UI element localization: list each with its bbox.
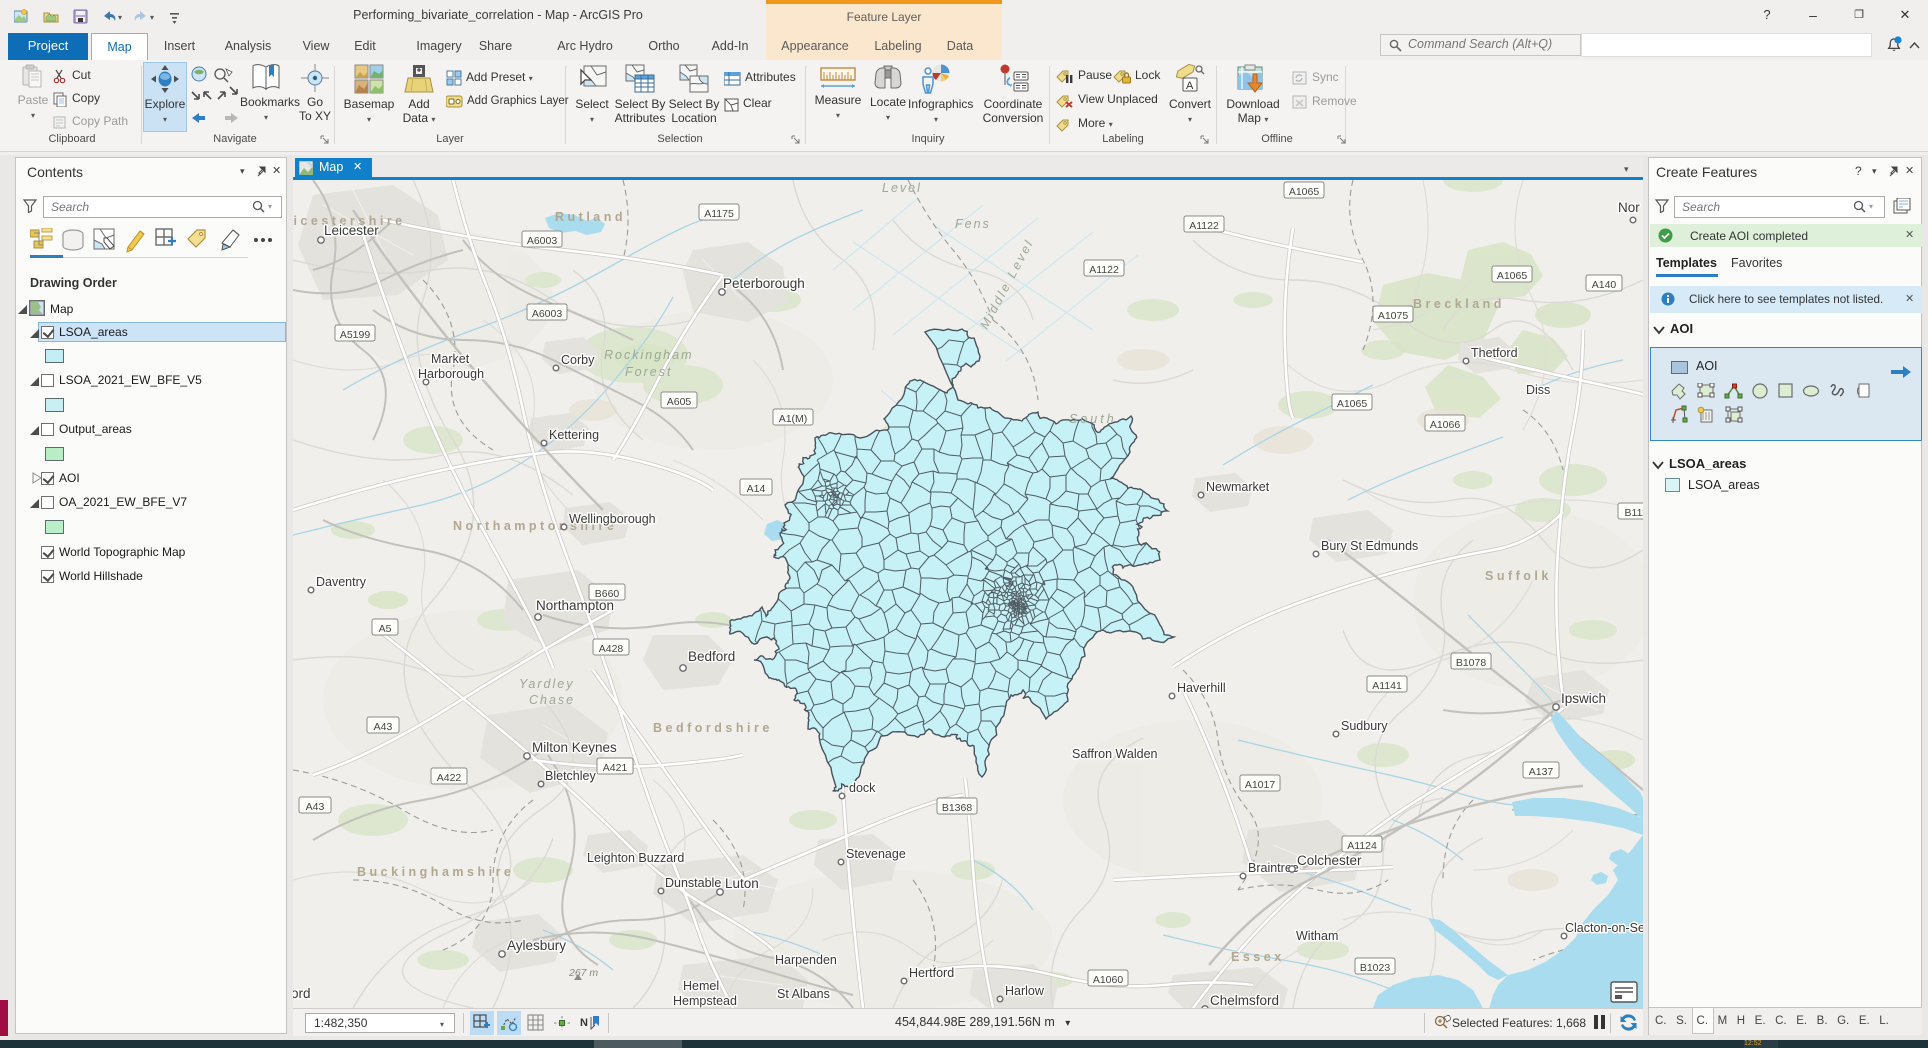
svg-text:B1368: B1368 [942,802,973,814]
svg-text:Stevenage: Stevenage [846,847,906,861]
svg-text:A1(M): A1(M) [779,413,808,425]
svg-text:B111: B111 [1625,507,1643,519]
svg-text:Bletchley: Bletchley [545,769,596,783]
svg-text:Essex: Essex [1231,950,1285,964]
svg-text:Bedford: Bedford [688,649,735,664]
svg-text:Breckland: Breckland [1413,297,1505,311]
svg-text:Bedfordshire: Bedfordshire [653,721,773,735]
svg-text:A5: A5 [379,623,392,635]
svg-text:A605: A605 [667,396,692,408]
svg-text:Buckinghamshire: Buckinghamshire [357,865,514,879]
svg-text:A1124: A1124 [1347,840,1377,852]
svg-text:dock: dock [849,781,876,795]
svg-text:Dunstable: Dunstable [665,876,721,890]
svg-text:Level: Level [882,181,922,195]
svg-text:A43: A43 [306,801,325,813]
svg-text:267 m: 267 m [568,967,598,979]
svg-text:A1122: A1122 [1189,220,1219,232]
svg-text:A43: A43 [374,721,393,733]
svg-text:South: South [1069,412,1117,426]
svg-text:A1017: A1017 [1245,779,1276,791]
svg-text:A6003: A6003 [532,308,563,320]
svg-text:N: N [580,1017,588,1029]
svg-text:Saffron Walden: Saffron Walden [1072,747,1158,761]
svg-text:A1065: A1065 [1497,270,1528,282]
svg-text:A6003: A6003 [527,235,558,247]
svg-text:A14: A14 [747,483,766,495]
svg-text:Rockingham: Rockingham [604,348,693,362]
svg-text:Nor: Nor [1618,200,1640,215]
svg-text:Suffolk: Suffolk [1485,569,1552,583]
svg-text:Colchester: Colchester [1297,853,1362,868]
svg-text:A1060: A1060 [1093,974,1124,986]
svg-text:Leighton Buzzard: Leighton Buzzard [587,851,684,865]
svg-text:Haverhill: Haverhill [1177,681,1226,695]
svg-text:A1075: A1075 [1378,310,1409,322]
svg-text:Corby: Corby [561,353,595,367]
svg-text:▾: ▾ [150,13,154,22]
svg-text:Newmarket: Newmarket [1206,480,1270,494]
svg-text:Fens: Fens [955,217,991,231]
svg-text:Harlow: Harlow [1005,984,1045,998]
svg-text:ord: ord [293,986,311,1001]
svg-text:Rutland: Rutland [555,210,626,224]
svg-text:Luton: Luton [725,876,759,891]
svg-text:St Albans: St Albans [777,987,830,1001]
svg-text:B1078: B1078 [1456,657,1487,669]
svg-text:Diss: Diss [1526,383,1550,397]
svg-text:Wellingborough: Wellingborough [569,512,656,526]
svg-text:Witham: Witham [1296,929,1338,943]
svg-text:Yardley: Yardley [519,677,574,691]
svg-text:Hertford: Hertford [909,966,954,980]
svg-text:▾: ▾ [118,13,122,22]
svg-text:Ipswich: Ipswich [1561,691,1606,706]
svg-text:Leicester: Leicester [324,223,379,238]
svg-text:Milton Keynes: Milton Keynes [532,740,617,755]
svg-text:A1141: A1141 [1372,680,1402,692]
svg-text:Harpenden: Harpenden [775,953,837,967]
svg-text:A1065: A1065 [1289,186,1320,198]
svg-text:Bury St Edmunds: Bury St Edmunds [1321,539,1418,553]
svg-text:Aylesbury: Aylesbury [507,938,566,953]
svg-text:A1175: A1175 [704,208,734,220]
svg-text:B660: B660 [595,588,620,600]
svg-text:Chase: Chase [529,693,575,707]
svg-text:A137: A137 [1529,766,1554,778]
svg-text:Thetford: Thetford [1471,346,1518,360]
svg-text:Hempstead: Hempstead [673,994,737,1008]
svg-text:A1065: A1065 [1337,398,1368,410]
svg-text:A428: A428 [599,643,624,655]
svg-text:Harborough: Harborough [418,367,484,381]
svg-text:Market: Market [431,352,470,366]
svg-text:A: A [1186,80,1194,92]
svg-text:A1122: A1122 [1089,264,1119,276]
svg-text:B1023: B1023 [1360,962,1391,974]
svg-text:Daventry: Daventry [316,575,367,589]
svg-text:A140: A140 [1592,279,1617,291]
svg-text:Sudbury: Sudbury [1341,719,1388,733]
svg-text:Hemel: Hemel [683,979,719,993]
svg-text:A421: A421 [603,762,628,774]
svg-text:Chelmsford: Chelmsford [1210,993,1279,1008]
svg-text:A422: A422 [437,772,462,784]
svg-text:Peterborough: Peterborough [723,276,805,291]
svg-text:Forest: Forest [625,365,672,379]
svg-text:A1066: A1066 [1430,419,1461,431]
svg-text:A5199: A5199 [340,329,371,341]
svg-text:Clacton-on-Se: Clacton-on-Se [1565,921,1643,935]
svg-text:Kettering: Kettering [549,428,599,442]
